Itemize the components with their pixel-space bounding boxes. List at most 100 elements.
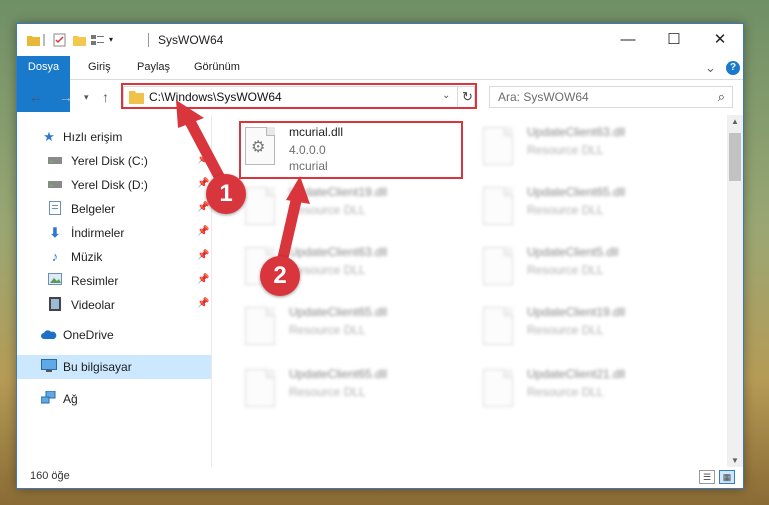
sidebar-item-network[interactable]: Ağ <box>17 387 211 411</box>
cloud-icon <box>41 327 57 343</box>
pin-icon[interactable]: 📌 <box>197 298 209 309</box>
sidebar-item-local-disk-c[interactable]: Yerel Disk (C:) 📌 <box>17 149 211 173</box>
dll-file-icon <box>483 127 513 165</box>
file-name: UpdateClient63.dll <box>289 245 388 259</box>
up-arrow-icon[interactable]: ↑ <box>102 89 109 105</box>
dll-file-icon <box>483 307 513 345</box>
minimize-button[interactable]: — <box>605 24 651 56</box>
vertical-scrollbar[interactable]: ▲ ▼ <box>727 115 743 467</box>
search-icon[interactable]: ⌕ <box>718 89 725 105</box>
file-type: Resource DLL <box>289 263 366 277</box>
file-item[interactable]: UpdateClient65.dll Resource DLL <box>241 365 471 421</box>
dll-file-icon <box>245 369 275 407</box>
drive-icon <box>47 153 63 169</box>
drive-icon <box>47 177 63 193</box>
pane-divider[interactable] <box>211 115 212 467</box>
forward-arrow-icon[interactable]: → <box>59 89 73 105</box>
file-name: UpdateClient21.dll <box>527 367 626 381</box>
sidebar-item-label: Bu bilgisayar <box>63 360 132 374</box>
sidebar-item-label: Hızlı erişim <box>63 130 123 144</box>
music-icon: ♪ <box>51 249 59 264</box>
sidebar-item-this-pc[interactable]: Bu bilgisayar <box>17 355 211 379</box>
sidebar-item-videos[interactable]: Videolar 📌 <box>17 293 211 317</box>
sidebar-item-music[interactable]: ♪ Müzik 📌 <box>17 245 211 269</box>
pin-icon[interactable]: 📌 <box>197 226 209 237</box>
navigation-pane: ★ Hızlı erişim Yerel Disk (C:) 📌 Yerel D… <box>17 115 212 467</box>
customize-toolbar-dropdown-icon[interactable]: ▾ <box>109 35 122 49</box>
download-icon: ⬇ <box>49 225 61 240</box>
details-view-icon[interactable]: ☰ <box>699 470 715 484</box>
file-type: Resource DLL <box>527 385 604 399</box>
pin-icon[interactable]: 📌 <box>197 154 209 165</box>
tab-view[interactable]: Görünüm <box>194 56 240 79</box>
file-item[interactable]: UpdateClient19.dll Resource DLL <box>479 303 709 359</box>
sidebar-item-label: Videolar <box>71 298 115 312</box>
file-type: Resource DLL <box>527 323 604 337</box>
file-name: UpdateClient5.dll <box>527 245 619 259</box>
sidebar-item-pictures[interactable]: Resimler 📌 <box>17 269 211 293</box>
file-name: UpdateClient65.dll <box>289 305 388 319</box>
separator <box>148 33 149 47</box>
file-item[interactable]: UpdateClient5.dll Resource DLL <box>479 243 709 299</box>
file-highlight-box <box>239 121 463 179</box>
star-icon: ★ <box>43 129 55 144</box>
dll-file-icon <box>483 369 513 407</box>
file-item[interactable]: UpdateClient21.dll Resource DLL <box>479 365 709 421</box>
back-arrow-icon[interactable]: ← <box>29 89 43 105</box>
scroll-up-icon[interactable]: ▲ <box>731 117 739 126</box>
properties-icon[interactable] <box>53 33 66 47</box>
close-button[interactable]: ✕ <box>697 24 743 56</box>
sidebar-item-local-disk-d[interactable]: Yerel Disk (D:) 📌 <box>17 173 211 197</box>
sidebar-item-downloads[interactable]: ⬇ İndirmeler 📌 <box>17 221 211 245</box>
navigation-bar: ← → ▾ ↑ C:\Windows\SysWOW64 ⌄ ↻ Ara: Sys… <box>17 80 743 114</box>
file-name: UpdateClient65.dll <box>289 367 388 381</box>
dll-file-icon <box>245 187 275 225</box>
sidebar-item-label: Yerel Disk (D:) <box>71 178 148 192</box>
sidebar-item-documents[interactable]: Belgeler 📌 <box>17 197 211 221</box>
file-item[interactable]: UpdateClient65.dll Resource DLL <box>479 183 709 239</box>
tab-share[interactable]: Paylaş <box>137 56 170 79</box>
sidebar-item-label: Resimler <box>71 274 119 288</box>
file-item[interactable]: UpdateClient65.dll Resource DLL <box>241 303 471 359</box>
scrollbar-thumb[interactable] <box>729 133 741 181</box>
dll-file-icon <box>483 247 513 285</box>
file-item[interactable]: UpdateClient19.dll Resource DLL <box>241 183 471 239</box>
maximize-button[interactable]: ☐ <box>651 24 697 56</box>
pin-icon[interactable]: 📌 <box>197 250 209 261</box>
file-type: Resource DLL <box>289 385 366 399</box>
file-name: UpdateClient19.dll <box>527 305 626 319</box>
scroll-down-icon[interactable]: ▼ <box>731 456 739 465</box>
title-bar: ▾ SysWOW64 — ☐ ✕ <box>17 24 743 56</box>
search-box[interactable]: Ara: SysWOW64 ⌕ <box>489 86 733 108</box>
search-placeholder: Ara: SysWOW64 <box>498 90 589 104</box>
sidebar-item-label: Ağ <box>63 392 78 406</box>
file-item[interactable]: UpdateClient63.dll Resource DLL <box>479 123 709 179</box>
sidebar-item-label: İndirmeler <box>71 226 125 240</box>
sidebar-item-quick-access[interactable]: ★ Hızlı erişim <box>17 125 211 149</box>
file-type: Resource DLL <box>289 323 366 337</box>
pin-icon[interactable]: 📌 <box>197 274 209 285</box>
file-type: Resource DLL <box>289 203 366 217</box>
new-folder-icon[interactable] <box>73 33 86 47</box>
item-count: 160 öğe <box>30 470 70 482</box>
step-2-badge: 2 <box>260 256 300 296</box>
documents-icon <box>47 201 63 217</box>
computer-icon <box>41 359 57 375</box>
address-highlight-box <box>121 83 477 109</box>
tiles-view-icon[interactable]: ▦ <box>719 470 735 484</box>
sidebar-item-label: Müzik <box>71 250 103 264</box>
sidebar-item-label: Yerel Disk (C:) <box>71 154 148 168</box>
sidebar-item-onedrive[interactable]: OneDrive <box>17 323 211 347</box>
view-options-icon[interactable] <box>91 33 104 47</box>
file-type: Resource DLL <box>527 203 604 217</box>
ribbon-expand-icon[interactable]: ⌄ <box>705 56 716 79</box>
file-type: Resource DLL <box>527 143 604 157</box>
help-icon[interactable]: ? <box>726 61 740 75</box>
ribbon-tabs: Dosya Giriş Paylaş Görünüm ⌄ ? <box>17 56 743 112</box>
file-name: UpdateClient19.dll <box>289 185 388 199</box>
file-name: UpdateClient63.dll <box>527 125 626 139</box>
tab-home[interactable]: Giriş <box>88 56 111 79</box>
separator <box>43 34 45 46</box>
sidebar-item-label: OneDrive <box>63 328 114 342</box>
recent-locations-dropdown-icon[interactable]: ▾ <box>84 92 89 103</box>
